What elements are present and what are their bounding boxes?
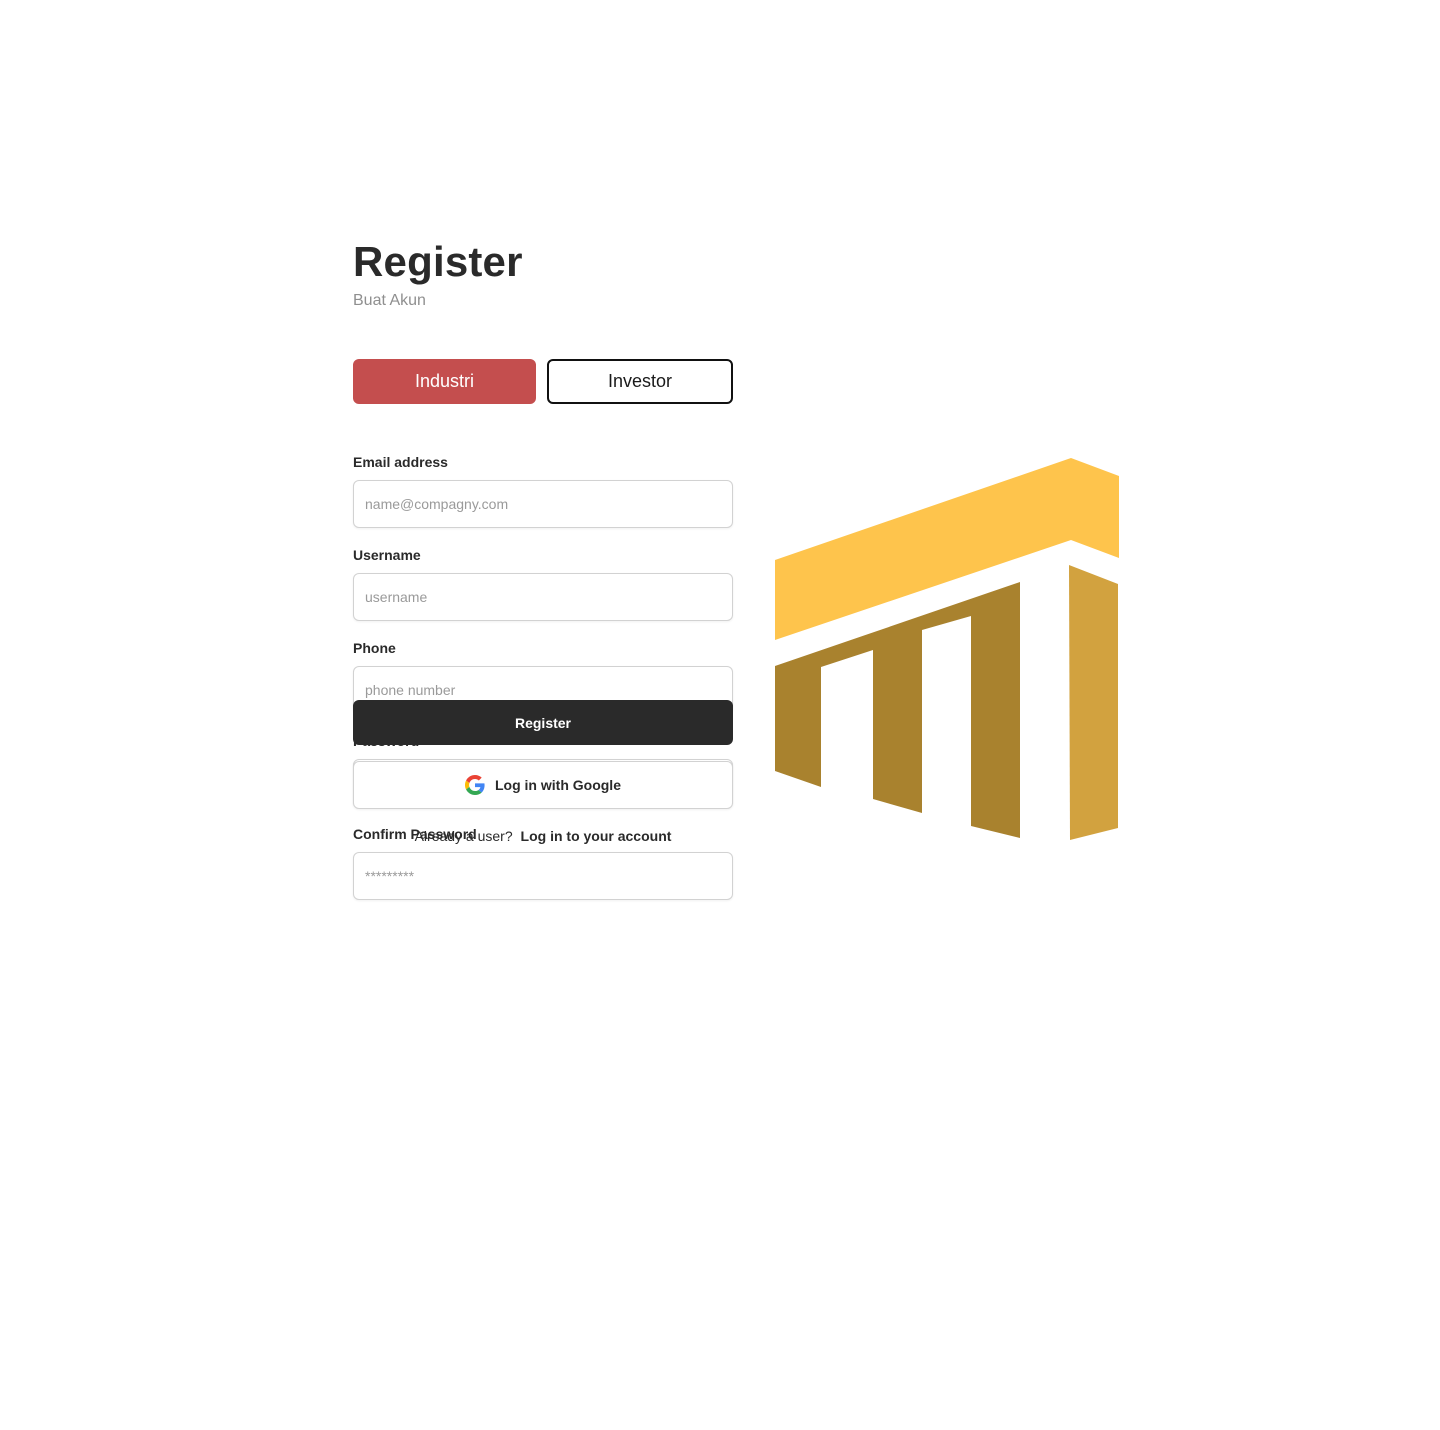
phone-label: Phone [353, 640, 396, 656]
page-subtitle: Buat Akun [353, 292, 426, 309]
email-field-group: Email address [353, 452, 733, 545]
role-industri-button[interactable]: Industri [353, 359, 536, 404]
register-button[interactable]: Register [353, 700, 733, 745]
register-form: Email address Username Phone Password Co… [353, 452, 733, 917]
email-field[interactable] [353, 480, 733, 528]
role-investor-button[interactable]: Investor [547, 359, 733, 404]
role-toggle: Industri Investor [353, 359, 733, 404]
register-panel: Register Buat Akun Industri Investor Ema… [353, 236, 733, 900]
email-label: Email address [353, 454, 448, 470]
google-login-button[interactable]: Log in with Google [353, 761, 733, 809]
login-link[interactable]: Log in to your account [521, 828, 672, 844]
google-icon [465, 775, 485, 795]
google-login-label: Log in with Google [495, 777, 621, 793]
username-field-group: Username [353, 545, 733, 638]
page-title: Register [353, 238, 523, 285]
username-field[interactable] [353, 573, 733, 621]
login-prompt: Already a user? Log in to your account [353, 826, 733, 846]
username-label: Username [353, 547, 421, 563]
brand-logo-building-icon [775, 458, 1120, 840]
confirm-password-field[interactable] [353, 852, 733, 900]
login-prompt-text: Already a user? [414, 828, 513, 844]
logo-column-2 [1069, 565, 1118, 840]
